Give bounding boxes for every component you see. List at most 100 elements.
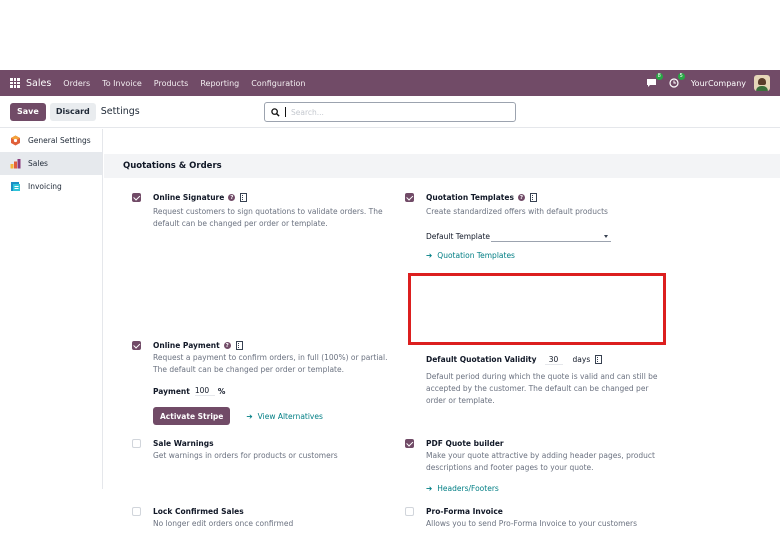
validity-days-input[interactable]: 30 bbox=[544, 355, 563, 365]
control-panel: Save Discard Settings bbox=[0, 96, 780, 128]
payment-label: Payment bbox=[153, 386, 190, 396]
company-building-icon bbox=[595, 355, 603, 364]
pdf-quote-builder-title: PDF Quote builder bbox=[426, 439, 504, 448]
sidebar-item-label: General Settings bbox=[28, 136, 91, 145]
navbar-systray: 8 5 YourCompany bbox=[637, 73, 770, 91]
help-icon[interactable]: ? bbox=[228, 194, 236, 201]
default-template-select[interactable] bbox=[491, 230, 611, 242]
invoicing-app-icon bbox=[10, 181, 21, 192]
setting-sale-warnings: Sale Warnings Get warnings in orders for… bbox=[132, 438, 392, 462]
sidebar-item-invoicing[interactable]: Invoicing bbox=[0, 175, 102, 198]
desc-line: Request a payment to confirm orders, in … bbox=[153, 353, 388, 362]
desc-line: Request customers to sign quotations to … bbox=[153, 207, 383, 216]
desc-line: Make your quote attractive by adding hea… bbox=[426, 451, 655, 460]
company-building-icon bbox=[240, 193, 248, 202]
desc-line: order or template. bbox=[426, 396, 495, 405]
lock-confirmed-sales-checkbox[interactable] bbox=[132, 507, 141, 516]
payment-unit: % bbox=[217, 386, 226, 396]
sidebar-item-general-settings[interactable]: General Settings bbox=[0, 129, 102, 152]
settings-sidebar: General Settings Sales Invoicing bbox=[0, 129, 103, 489]
arrow-right-icon: ➔ bbox=[246, 411, 253, 421]
setting-title-wrap: Online Payment ? bbox=[153, 340, 402, 351]
quotation-templates-link[interactable]: ➔ Quotation Templates bbox=[426, 251, 665, 260]
lock-confirmed-sales-title: Lock Confirmed Sales bbox=[153, 507, 244, 516]
setting-online-signature: Online Signature ? Request customers to … bbox=[132, 192, 392, 230]
lock-confirmed-sales-desc: No longer edit orders once confirmed bbox=[153, 519, 294, 528]
online-payment-checkbox[interactable] bbox=[132, 341, 141, 350]
pro-forma-invoice-desc: Allows you to send Pro-Forma Invoice to … bbox=[426, 519, 638, 528]
sale-warnings-title: Sale Warnings bbox=[153, 439, 214, 448]
pdf-quote-builder-desc: Make your quote attractive by adding hea… bbox=[426, 450, 675, 474]
validity-row: Default Quotation Validity 30 days bbox=[426, 354, 666, 365]
menu-orders[interactable]: Orders bbox=[63, 79, 90, 88]
default-validity-desc: Default period during which the quote is… bbox=[426, 371, 666, 407]
activity-clock-icon[interactable]: 5 bbox=[667, 73, 685, 90]
menu-products[interactable]: Products bbox=[154, 79, 189, 88]
highlight-annotation-box bbox=[408, 273, 666, 345]
default-validity-title: Default Quotation Validity bbox=[426, 355, 537, 364]
help-icon[interactable]: ? bbox=[223, 342, 231, 349]
discard-button[interactable]: Discard bbox=[49, 102, 96, 121]
desc-line: default can be changed per order or temp… bbox=[153, 219, 328, 228]
setting-lock-confirmed-sales: Lock Confirmed Sales No longer edit orde… bbox=[132, 506, 392, 530]
quotation-templates-checkbox[interactable] bbox=[405, 193, 414, 202]
quotation-templates-desc: Create standardized offers with default … bbox=[426, 207, 608, 216]
default-template-row: Default Template bbox=[426, 230, 665, 242]
sales-app-icon bbox=[10, 158, 21, 169]
pdf-quote-builder-checkbox[interactable] bbox=[405, 439, 414, 448]
activate-stripe-button[interactable]: Activate Stripe bbox=[153, 407, 231, 425]
payment-actions: Activate Stripe ➔ View Alternatives bbox=[153, 407, 402, 425]
headers-footers-link[interactable]: ➔ Headers/Footers bbox=[426, 484, 675, 493]
setting-pdf-quote-builder: PDF Quote builder Make your quote attrac… bbox=[405, 438, 675, 493]
setting-pro-forma-invoice: Pro-Forma Invoice Allows you to send Pro… bbox=[405, 506, 675, 530]
activity-badge: 5 bbox=[677, 73, 685, 80]
apps-menu-icon[interactable] bbox=[10, 78, 20, 88]
pro-forma-invoice-title: Pro-Forma Invoice bbox=[426, 507, 503, 516]
payment-row: Payment 100 % bbox=[153, 386, 402, 396]
search-input[interactable] bbox=[291, 107, 511, 117]
online-payment-desc: Request a payment to confirm orders, in … bbox=[153, 352, 402, 376]
sidebar-item-sales[interactable]: Sales bbox=[0, 152, 102, 175]
company-building-icon bbox=[529, 193, 537, 202]
default-template-label: Default Template bbox=[426, 231, 491, 241]
setting-title-wrap: Online Signature ? bbox=[153, 192, 392, 203]
link-label: View Alternatives bbox=[257, 411, 323, 421]
setting-quotation-templates: Quotation Templates ? Create standardize… bbox=[405, 192, 665, 260]
online-payment-title: Online Payment bbox=[153, 341, 220, 350]
arrow-right-icon: ➔ bbox=[426, 484, 433, 493]
link-label: Quotation Templates bbox=[437, 251, 515, 260]
general-settings-icon bbox=[10, 135, 21, 146]
company-switcher[interactable]: YourCompany bbox=[691, 79, 746, 88]
sidebar-item-label: Invoicing bbox=[28, 182, 62, 191]
menu-reporting[interactable]: Reporting bbox=[200, 79, 239, 88]
setting-title-wrap: Quotation Templates ? bbox=[426, 192, 665, 203]
view-alternatives-link[interactable]: ➔ View Alternatives bbox=[246, 412, 323, 421]
pro-forma-invoice-checkbox[interactable] bbox=[405, 507, 414, 516]
desc-line: The default can be changed per order or … bbox=[153, 365, 344, 374]
online-signature-desc: Request customers to sign quotations to … bbox=[153, 206, 392, 230]
main-menu: Orders To Invoice Products Reporting Con… bbox=[63, 79, 317, 88]
save-button[interactable]: Save bbox=[10, 102, 46, 121]
validity-unit: days bbox=[572, 355, 591, 364]
app-brand[interactable]: Sales bbox=[26, 78, 51, 89]
sale-warnings-desc: Get warnings in orders for products or c… bbox=[153, 451, 338, 460]
text-caret bbox=[285, 107, 286, 117]
section-title: Quotations & Orders bbox=[104, 154, 780, 178]
setting-default-quotation-validity: Default Quotation Validity 30 days Defau… bbox=[426, 354, 666, 407]
online-signature-checkbox[interactable] bbox=[132, 193, 141, 202]
user-avatar[interactable] bbox=[754, 75, 770, 91]
search-bar[interactable] bbox=[264, 102, 516, 122]
page-title: Settings bbox=[100, 106, 140, 117]
chat-icon[interactable]: 8 bbox=[645, 73, 663, 90]
company-building-icon bbox=[235, 341, 243, 350]
sale-warnings-checkbox[interactable] bbox=[132, 439, 141, 448]
help-icon[interactable]: ? bbox=[517, 194, 525, 201]
setting-online-payment: Online Payment ? Request a payment to co… bbox=[132, 340, 402, 425]
desc-line: descriptions and footer pages to your qu… bbox=[426, 463, 594, 472]
payment-percent-input[interactable]: 100 bbox=[194, 386, 215, 396]
menu-to-invoice[interactable]: To Invoice bbox=[102, 79, 142, 88]
sidebar-item-label: Sales bbox=[28, 159, 48, 168]
search-icon bbox=[271, 107, 280, 117]
desc-line: Default period during which the quote is… bbox=[426, 372, 658, 381]
menu-configuration[interactable]: Configuration bbox=[251, 79, 305, 88]
